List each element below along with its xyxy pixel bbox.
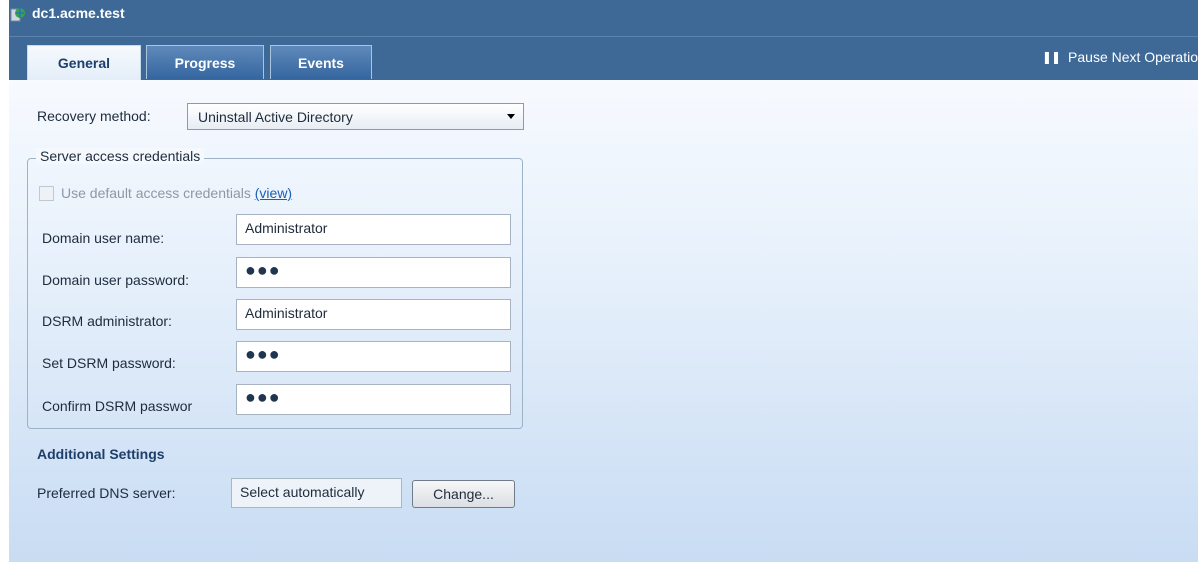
title-bar: dc1.acme.test (9, 0, 1198, 34)
set-dsrm-password-input[interactable]: ●●● (236, 341, 511, 372)
dsrm-administrator-input[interactable]: Administrator (236, 299, 511, 330)
restore-wizard-window: dc1.acme.test General Progress Events ❚❚… (9, 0, 1198, 562)
tab-bar: General Progress Events ❚❚ Pause Next Op… (9, 34, 1198, 80)
pause-next-operation-button[interactable]: ❚❚ Pause Next Operatio (1042, 49, 1198, 65)
preferred-dns-value: Select automatically (231, 478, 402, 508)
set-dsrm-password-label: Set DSRM password: (42, 355, 176, 371)
additional-settings-title: Additional Settings (37, 446, 165, 462)
tab-progress[interactable]: Progress (146, 45, 264, 79)
tab-events[interactable]: Events (270, 45, 372, 79)
preferred-dns-label: Preferred DNS server: (37, 485, 176, 501)
use-default-credentials-label: Use default access credentials (view) (61, 185, 292, 201)
pause-label: Pause Next Operatio (1068, 49, 1198, 65)
pause-icon: ❚❚ (1041, 50, 1061, 64)
domain-user-password-input[interactable]: ●●● (236, 257, 511, 288)
server-credentials-legend: Server access credentials (36, 148, 205, 164)
recovery-method-value: Uninstall Active Directory (198, 108, 353, 125)
tab-bar-divider (9, 36, 1198, 37)
general-panel: Recovery method: Uninstall Active Direct… (9, 80, 1198, 562)
domain-user-name-label: Domain user name: (42, 230, 165, 246)
domain-user-password-label: Domain user password: (42, 272, 190, 288)
confirm-dsrm-password-input[interactable]: ●●● (236, 384, 511, 415)
domain-user-name-input[interactable]: Administrator (236, 214, 511, 245)
tab-general[interactable]: General (27, 45, 141, 80)
change-dns-button[interactable]: Change... (412, 480, 515, 508)
dropdown-arrow-icon (507, 114, 515, 119)
view-credentials-link[interactable]: (view) (255, 185, 292, 201)
use-default-credentials-text: Use default access credentials (61, 185, 251, 201)
server-globe-icon (10, 8, 25, 22)
confirm-dsrm-password-label: Confirm DSRM passwor (42, 398, 193, 414)
use-default-credentials-checkbox[interactable] (39, 186, 54, 201)
recovery-method-label: Recovery method: (37, 108, 151, 124)
recovery-method-select[interactable]: Uninstall Active Directory (187, 103, 524, 130)
window-title: dc1.acme.test (32, 5, 125, 21)
dsrm-administrator-label: DSRM administrator: (42, 313, 172, 329)
